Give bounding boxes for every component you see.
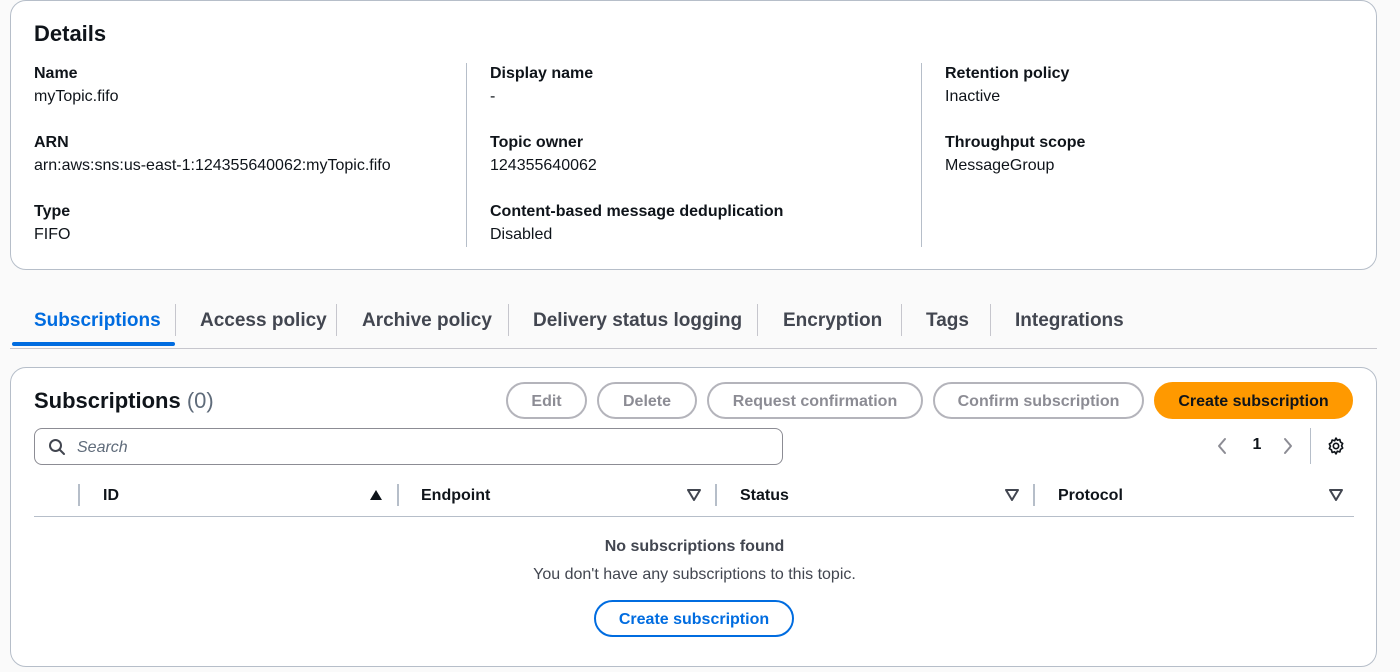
column-resizer[interactable]	[715, 484, 717, 506]
caret-down-icon[interactable]	[1329, 488, 1343, 506]
empty-state-title: No subscriptions found	[604, 538, 785, 555]
tab-separator	[175, 304, 176, 336]
name-label: Name	[34, 65, 78, 82]
display-name-value: -	[490, 88, 496, 105]
display-name-label: Display name	[490, 65, 594, 82]
chevron-left-icon[interactable]	[1216, 437, 1228, 460]
details-container: Details Name myTopic.fifo ARN arn:aws:sn…	[10, 0, 1377, 270]
type-value: FIFO	[34, 226, 71, 243]
search-box	[34, 428, 783, 466]
request-confirmation-button[interactable]: Request confirmation	[707, 382, 923, 419]
caret-down-icon[interactable]	[687, 488, 701, 506]
retention-policy-label: Retention policy	[945, 65, 1070, 82]
details-column-3: Retention policy Inactive Throughput sco…	[945, 63, 1345, 201]
tab-access-policy[interactable]: Access policy	[200, 300, 327, 347]
tab-archive-policy[interactable]: Archive policy	[362, 300, 492, 347]
column-header-endpoint[interactable]: Endpoint	[421, 484, 490, 508]
tab-subscriptions[interactable]: Subscriptions	[34, 300, 161, 347]
active-tab-indicator	[12, 342, 175, 346]
throughput-scope-label: Throughput scope	[945, 134, 1086, 151]
column-resizer[interactable]	[397, 484, 399, 506]
table-header-divider	[34, 516, 1354, 517]
throughput-scope-value: MessageGroup	[945, 157, 1055, 174]
details-column-1: Name myTopic.fifo ARN arn:aws:sns:us-eas…	[34, 63, 434, 270]
name-value: myTopic.fifo	[34, 88, 119, 105]
display-name-field: Display name -	[490, 63, 890, 132]
details-column-2: Display name - Topic owner 124355640062 …	[490, 63, 890, 270]
tab-separator	[757, 304, 758, 336]
column-resizer[interactable]	[78, 484, 80, 506]
tab-separator	[336, 304, 337, 336]
arn-value: arn:aws:sns:us-east-1:124355640062:myTop…	[34, 157, 391, 174]
column-divider	[466, 63, 467, 247]
column-header-protocol[interactable]: Protocol	[1058, 484, 1123, 508]
tab-tags[interactable]: Tags	[926, 300, 969, 347]
current-page-number[interactable]: 1	[1249, 436, 1265, 454]
tab-integrations[interactable]: Integrations	[1015, 300, 1124, 347]
type-field: Type FIFO	[34, 201, 434, 270]
name-field: Name myTopic.fifo	[34, 63, 434, 132]
retention-policy-field: Retention policy Inactive	[945, 63, 1345, 132]
confirm-subscription-button[interactable]: Confirm subscription	[933, 382, 1144, 419]
subscriptions-title: Subscriptions	[34, 388, 181, 413]
gear-icon[interactable]	[1326, 436, 1346, 461]
details-heading: Details	[34, 21, 107, 46]
deduplication-value: Disabled	[490, 226, 553, 243]
empty-state-description: You don't have any subscriptions to this…	[533, 566, 856, 583]
arn-label: ARN	[34, 134, 69, 151]
throughput-scope-field: Throughput scope MessageGroup	[945, 132, 1345, 201]
create-subscription-button[interactable]: Create subscription	[1154, 382, 1353, 419]
pagination-divider	[1310, 428, 1311, 464]
empty-state-create-subscription-button[interactable]: Create subscription	[594, 600, 794, 637]
caret-up-icon[interactable]	[369, 488, 383, 506]
edit-button[interactable]: Edit	[506, 382, 587, 419]
tab-encryption[interactable]: Encryption	[783, 300, 882, 347]
deduplication-field: Content-based message deduplication Disa…	[490, 201, 890, 270]
column-header-status[interactable]: Status	[740, 484, 789, 508]
topic-owner-field: Topic owner 124355640062	[490, 132, 890, 201]
subscriptions-container: Subscriptions (0) Edit Delete Request co…	[10, 367, 1377, 667]
topic-owner-label: Topic owner	[490, 134, 584, 151]
search-icon	[48, 438, 66, 461]
subscriptions-heading: Subscriptions (0)	[34, 388, 214, 414]
retention-policy-value: Inactive	[945, 88, 1001, 105]
tab-separator	[990, 304, 991, 336]
tab-bar: Subscriptions Access policy Archive poli…	[10, 300, 1377, 349]
arn-field: ARN arn:aws:sns:us-east-1:124355640062:m…	[34, 132, 434, 201]
search-input[interactable]	[75, 429, 769, 466]
topic-owner-value: 124355640062	[490, 157, 597, 174]
column-divider	[921, 63, 922, 247]
deduplication-label: Content-based message deduplication	[490, 203, 784, 220]
delete-button[interactable]: Delete	[597, 382, 697, 419]
caret-down-icon[interactable]	[1005, 488, 1019, 506]
column-header-id[interactable]: ID	[103, 484, 119, 508]
tab-separator	[901, 304, 902, 336]
subscriptions-count: (0)	[186, 388, 214, 413]
tab-separator	[508, 304, 509, 336]
chevron-right-icon[interactable]	[1282, 437, 1294, 460]
column-resizer[interactable]	[1033, 484, 1035, 506]
type-label: Type	[34, 203, 71, 220]
tab-delivery-status-logging[interactable]: Delivery status logging	[533, 300, 742, 347]
